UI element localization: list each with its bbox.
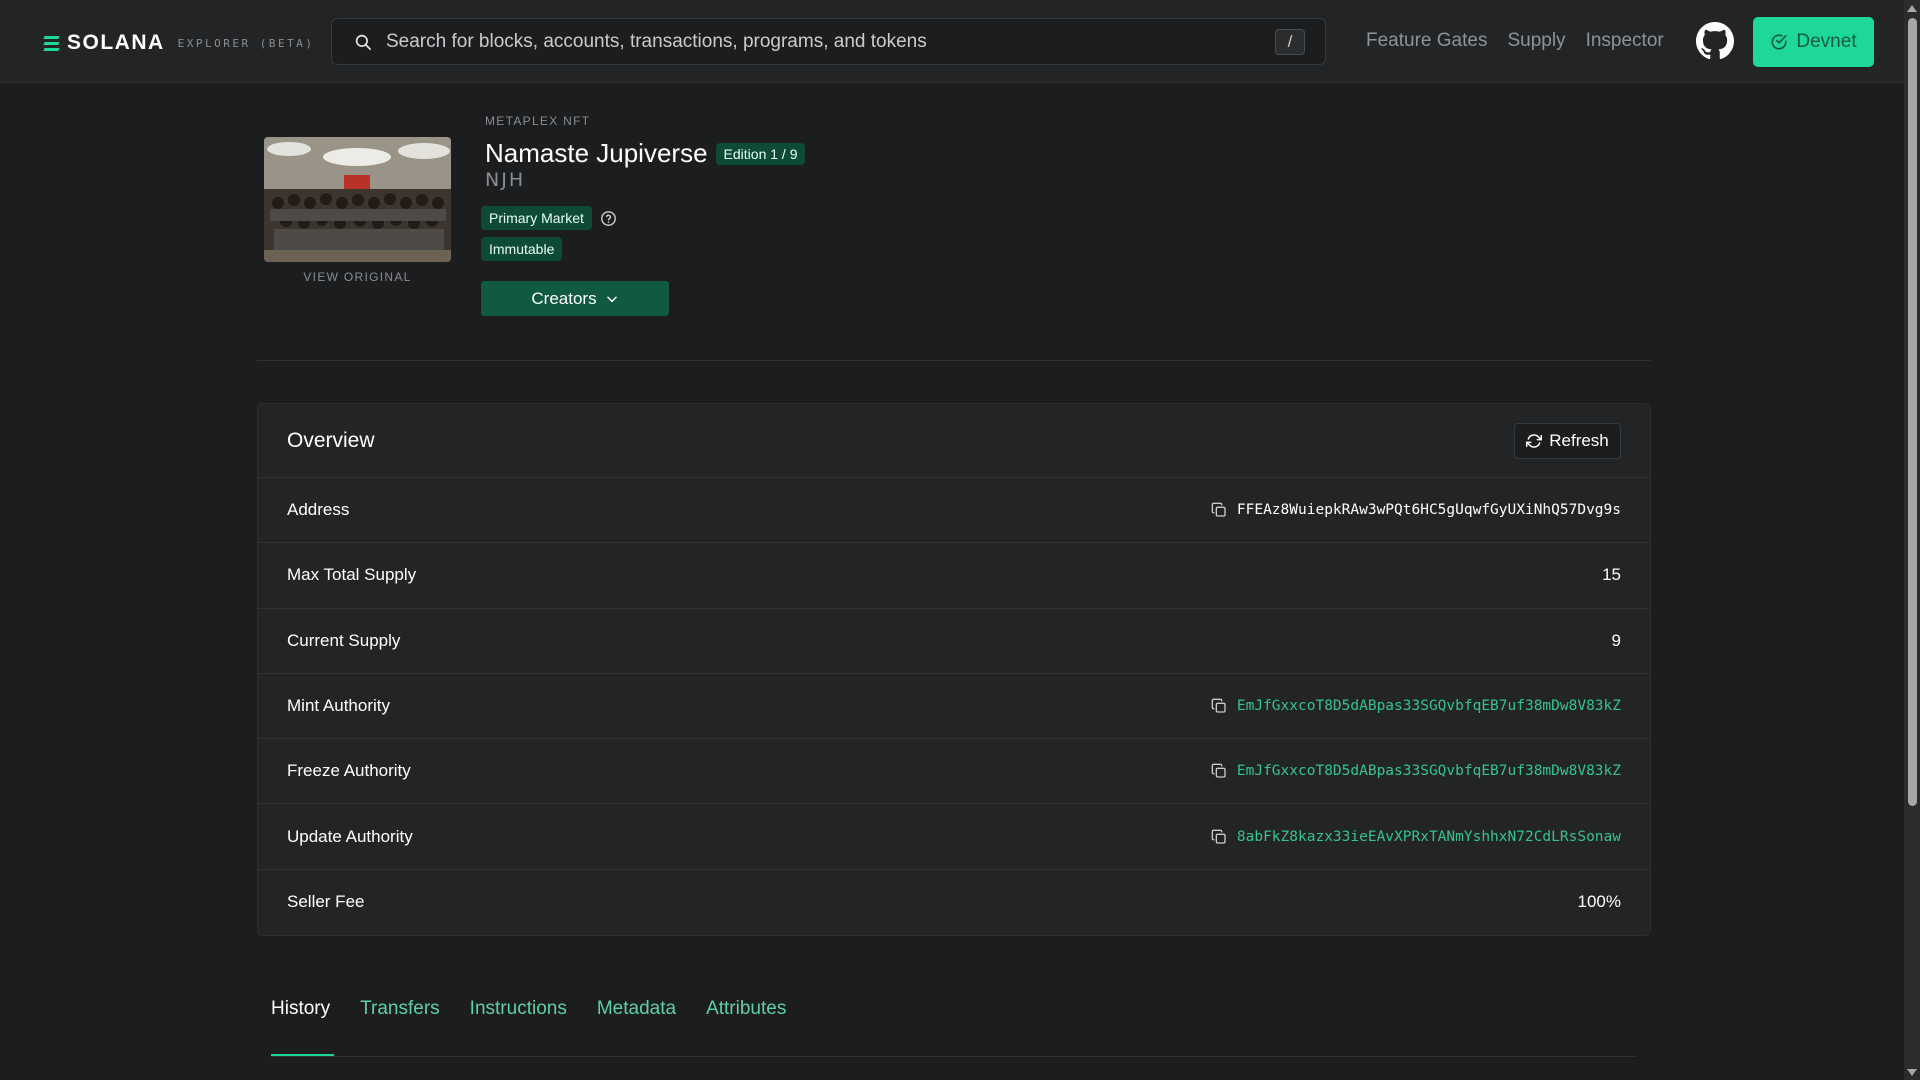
search-input[interactable] <box>386 19 1256 64</box>
refresh-button[interactable]: Refresh <box>1514 423 1621 459</box>
row-label: Freeze Authority <box>287 761 411 781</box>
chevron-down-icon <box>606 295 617 302</box>
nav-link-feature-gates[interactable]: Feature Gates <box>1366 30 1487 52</box>
max-total-supply-value: 15 <box>1602 565 1621 585</box>
row-value: 100% <box>1578 892 1621 912</box>
search-shortcut-key: / <box>1275 29 1305 55</box>
top-navbar: SOLANA EXPLORER (BETA) / Feature Gates S… <box>0 0 1904 83</box>
solana-logo[interactable]: SOLANA EXPLORER (BETA) <box>43 31 315 55</box>
row-value: FFEAz8WuiepkRAw3wPQt6HC5gUqwfGyUXiNhQ57D… <box>1211 502 1621 518</box>
logo-subtitle: EXPLORER (BETA) <box>177 36 315 50</box>
row-label: Current Supply <box>287 630 401 650</box>
mutability-badge-row: Immutable <box>481 237 563 261</box>
tab-instructions[interactable]: Instructions <box>470 998 567 1020</box>
overview-row-update-authority: Update Authority 8abFkZ8kazx33ieEAvXPRxT… <box>258 804 1650 870</box>
nft-pretitle: METAPLEX NFT <box>485 114 591 128</box>
row-value: 15 <box>1602 565 1621 585</box>
overview-row-current-supply: Current Supply 9 <box>258 609 1650 674</box>
nft-title-row: Namaste Jupiverse Edition 1 / 9 <box>485 138 806 169</box>
freeze-authority-link[interactable]: EmJfGxxcoT8D5dABpas33SGQvbfqEB7uf38mDw8V… <box>1237 763 1621 779</box>
page-scrollbar[interactable] <box>1904 0 1920 1080</box>
scrollbar-thumb[interactable] <box>1908 18 1917 806</box>
creators-dropdown-button[interactable]: Creators <box>481 281 669 316</box>
view-original-link[interactable]: VIEW ORIGINAL <box>264 270 451 284</box>
logo-text: SOLANA <box>67 31 165 54</box>
overview-row-max-total-supply: Max Total Supply 15 <box>258 543 1650 609</box>
nav-links: Feature Gates Supply Inspector <box>1366 30 1664 52</box>
tabs-divider <box>271 1056 1636 1057</box>
copy-icon[interactable] <box>1211 698 1227 714</box>
current-supply-value: 9 <box>1611 630 1621 650</box>
help-circle-icon[interactable] <box>600 210 617 227</box>
overview-card-header: Overview Refresh <box>258 404 1650 478</box>
nft-symbol: NJH <box>485 169 526 191</box>
tab-transfers[interactable]: Transfers <box>360 998 440 1020</box>
scroll-up-arrow-icon[interactable] <box>1907 5 1917 12</box>
overview-row-address: Address FFEAz8WuiepkRAw3wPQt6HC5gUqwfGyU… <box>258 478 1650 544</box>
seller-fee-value: 100% <box>1577 892 1621 912</box>
creators-label: Creators <box>531 288 597 308</box>
scroll-down-arrow-icon[interactable] <box>1907 1069 1917 1076</box>
tab-history[interactable]: History <box>271 998 330 1020</box>
nav-link-inspector[interactable]: Inspector <box>1586 30 1664 52</box>
edition-badge: Edition 1 / 9 <box>715 142 806 165</box>
refresh-label: Refresh <box>1549 431 1609 450</box>
row-value: 9 <box>1612 631 1621 651</box>
address-value: FFEAz8WuiepkRAw3wPQt6HC5gUqwfGyUXiNhQ57D… <box>1236 502 1621 519</box>
row-label: Mint Authority <box>287 696 390 716</box>
header-divider <box>257 360 1651 361</box>
row-label: Update Authority <box>287 826 413 846</box>
mint-authority-link[interactable]: EmJfGxxcoT8D5dABpas33SGQvbfqEB7uf38mDw8V… <box>1237 698 1621 714</box>
tab-attributes[interactable]: Attributes <box>706 998 786 1020</box>
nav-link-supply[interactable]: Supply <box>1507 30 1565 52</box>
nft-image[interactable] <box>264 137 451 262</box>
overview-row-mint-authority: Mint Authority EmJfGxxcoT8D5dABpas33SGQv… <box>258 674 1650 740</box>
update-authority-link[interactable]: 8abFkZ8kazx33ieEAvXPRxTANmYshhxN72CdLRsS… <box>1237 829 1621 845</box>
row-label: Seller Fee <box>287 892 365 912</box>
overview-row-seller-fee: Seller Fee 100% <box>258 870 1650 935</box>
nft-photo <box>264 137 451 262</box>
copy-icon[interactable] <box>1211 829 1227 845</box>
overview-title: Overview <box>287 429 375 452</box>
search-bar[interactable]: / <box>331 18 1326 65</box>
row-value: EmJfGxxcoT8D5dABpas33SGQvbfqEB7uf38mDw8V… <box>1211 763 1621 779</box>
overview-row-freeze-authority: Freeze Authority EmJfGxxcoT8D5dABpas33SG… <box>258 739 1650 805</box>
copy-icon[interactable] <box>1211 763 1227 779</box>
market-badge-row: Primary Market <box>481 206 617 230</box>
nft-title: Namaste Jupiverse <box>485 138 708 168</box>
tab-metadata[interactable]: Metadata <box>597 998 676 1020</box>
row-label: Address <box>287 500 350 520</box>
github-icon[interactable] <box>1696 22 1734 60</box>
refresh-icon <box>1526 434 1543 448</box>
row-value: EmJfGxxcoT8D5dABpas33SGQvbfqEB7uf38mDw8V… <box>1211 698 1621 714</box>
detail-tabs: History Transfers Instructions Metadata … <box>271 998 786 1020</box>
search-icon <box>355 34 371 50</box>
overview-card: Overview Refresh Address FFEAz8WuiepkRAw… <box>257 403 1651 936</box>
cluster-devnet-button[interactable]: Devnet <box>1753 17 1874 67</box>
primary-market-badge: Primary Market <box>481 206 592 230</box>
row-label: Max Total Supply <box>287 565 417 585</box>
copy-icon[interactable] <box>1211 502 1227 518</box>
row-value: 8abFkZ8kazx33ieEAvXPRxTANmYshhxN72CdLRsS… <box>1211 829 1621 845</box>
check-circle-icon <box>1771 34 1787 50</box>
solana-logo-icon <box>43 35 60 51</box>
immutable-badge: Immutable <box>481 237 563 261</box>
cluster-label: Devnet <box>1796 31 1857 52</box>
